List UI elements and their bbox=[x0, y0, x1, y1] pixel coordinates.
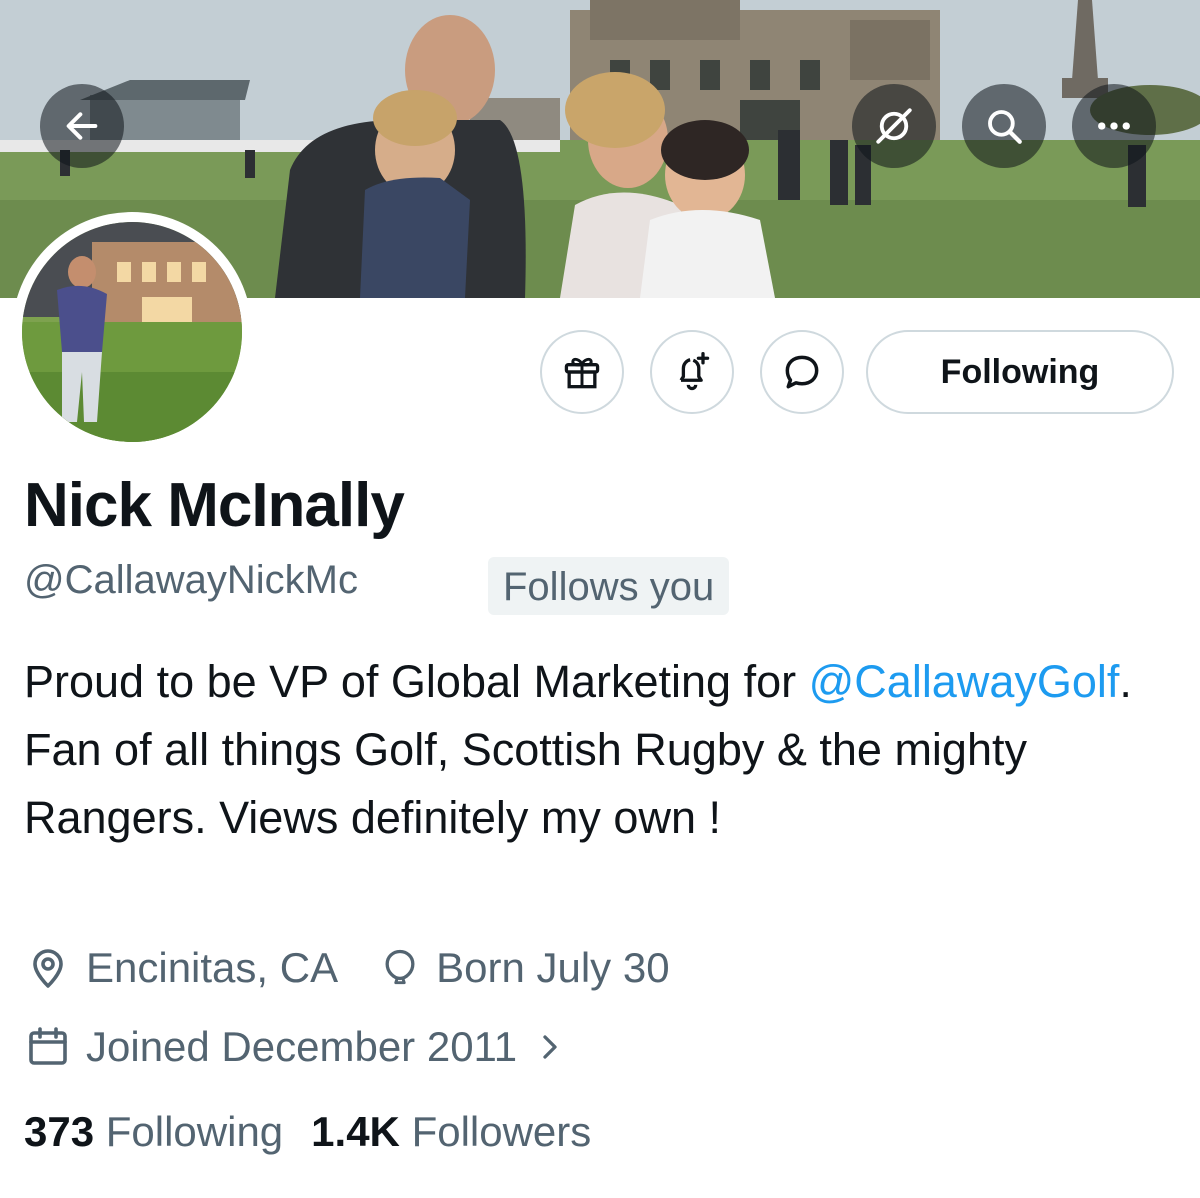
chevron-right-icon bbox=[543, 1035, 557, 1059]
message-bubble-icon bbox=[785, 355, 819, 389]
back-button[interactable] bbox=[40, 84, 124, 168]
following-button[interactable]: Following bbox=[866, 330, 1174, 414]
search-button[interactable] bbox=[962, 84, 1046, 168]
birthday-text: Born July 30 bbox=[436, 944, 670, 991]
bio-text: Proud to be VP of Global Marketing for bbox=[24, 656, 809, 707]
status-bar bbox=[0, 0, 1200, 12]
bio-mention-link[interactable]: @CallawayGolf bbox=[809, 656, 1120, 707]
notifications-button[interactable] bbox=[650, 330, 734, 414]
arrow-left-icon bbox=[66, 112, 98, 140]
joined-row[interactable]: Joined December 2011 bbox=[24, 1021, 565, 1073]
more-button[interactable] bbox=[1072, 84, 1156, 168]
display-name: Nick McInally bbox=[24, 471, 405, 540]
followers-link[interactable]: 1.4K Followers bbox=[311, 1108, 591, 1156]
avatar[interactable] bbox=[12, 212, 252, 452]
following-count: 373 bbox=[24, 1108, 95, 1155]
follows-you-badge: Follows you bbox=[488, 557, 730, 615]
handle: @CallawayNickMc bbox=[24, 558, 358, 602]
location-pin-icon bbox=[33, 949, 63, 988]
location-text: Encinitas, CA bbox=[86, 944, 339, 991]
link-off-icon bbox=[876, 108, 912, 144]
gift-icon bbox=[564, 357, 600, 389]
following-label: Following bbox=[105, 1108, 284, 1155]
link-off-button[interactable] bbox=[852, 84, 936, 168]
following-link[interactable]: 373 Following bbox=[24, 1108, 283, 1156]
bio: Proud to be VP of Global Marketing for @… bbox=[24, 648, 1174, 852]
more-icon bbox=[1098, 122, 1130, 130]
joined-text: Joined December 2011 bbox=[86, 1023, 518, 1070]
balloon-icon bbox=[385, 949, 415, 985]
followers-label: Followers bbox=[411, 1108, 592, 1155]
avatar-photo bbox=[22, 222, 242, 442]
gift-button[interactable] bbox=[540, 330, 624, 414]
bell-plus-icon bbox=[679, 352, 710, 391]
profile-meta-row: Encinitas, CA Born July 30 bbox=[24, 942, 670, 994]
search-icon bbox=[988, 110, 1022, 144]
message-button[interactable] bbox=[760, 330, 844, 414]
calendar-icon bbox=[29, 1027, 67, 1065]
followers-count: 1.4K bbox=[311, 1108, 400, 1155]
follow-stats: 373 Following 1.4K Followers bbox=[24, 1108, 591, 1156]
